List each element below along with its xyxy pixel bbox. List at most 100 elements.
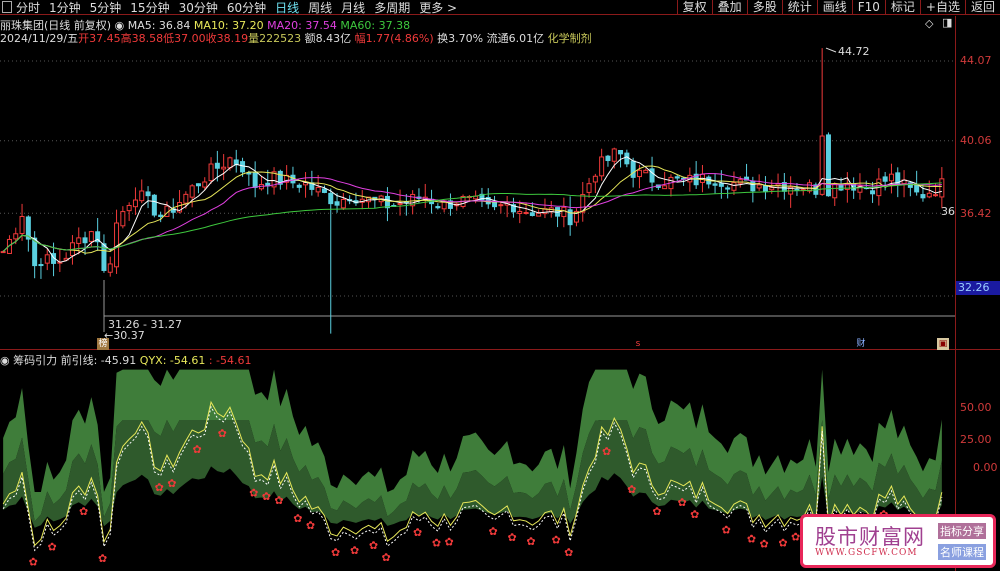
candle-body bbox=[605, 155, 611, 162]
candle-body bbox=[914, 184, 920, 193]
candle-body bbox=[769, 187, 775, 191]
butterfly-icon: ✿ bbox=[526, 535, 535, 548]
butterfly-icon: ✿ bbox=[678, 496, 687, 509]
indicator-header: ◉ 筹码引力 前引线: -45.91 QYX: -54.61 : -54.61 bbox=[0, 352, 252, 368]
watermark-banner[interactable]: 股市财富网 WWW.GSCFW.COM 指标分享 名师课程 bbox=[800, 514, 996, 568]
badge-indicator-share[interactable]: 指标分享 bbox=[938, 523, 986, 539]
candle-body bbox=[183, 193, 189, 204]
event-tag-cai[interactable]: 财 bbox=[855, 338, 867, 350]
candle-body bbox=[233, 159, 239, 165]
butterfly-icon: ✿ bbox=[369, 539, 378, 552]
candle-body bbox=[334, 201, 340, 206]
candle-body bbox=[592, 175, 598, 183]
indicator-tick: 25.00 bbox=[960, 433, 992, 446]
candle-body bbox=[718, 183, 724, 187]
butterfly-icon: ✿ bbox=[29, 556, 38, 569]
candle-body bbox=[624, 152, 630, 165]
candle-body bbox=[762, 185, 768, 193]
price-tick: 44.07 bbox=[960, 54, 992, 67]
candle-body bbox=[870, 190, 876, 195]
candle-body bbox=[517, 210, 523, 214]
max-price-label: 44.72 bbox=[838, 45, 870, 58]
candle-body bbox=[435, 206, 441, 209]
expand-icon[interactable]: ▣ bbox=[937, 338, 949, 350]
butterfly-icon: ✿ bbox=[507, 531, 516, 544]
candle-body bbox=[132, 199, 138, 208]
butterfly-icon: ✿ bbox=[48, 540, 57, 553]
ma20-line bbox=[2, 173, 942, 252]
candle-body bbox=[838, 184, 844, 191]
butterfly-icon: ✿ bbox=[98, 552, 107, 565]
candle-body bbox=[920, 194, 926, 199]
candle-body bbox=[246, 172, 252, 175]
butterfly-icon: ✿ bbox=[331, 546, 340, 559]
candle-body bbox=[756, 184, 762, 189]
butterfly-icon: ✿ bbox=[690, 508, 699, 521]
candle-body bbox=[819, 135, 825, 195]
price-and-indicator-chart: ✿✿✿✿✿✿✿✿✿✿✿✿✿✿✿✿✿✿✿✿✿✿✿✿✿✿✿✿✿✿✿✿✿✿✿✿✿✿✿✿… bbox=[0, 47, 955, 569]
butterfly-icon: ✿ bbox=[722, 524, 731, 537]
indicator-line3: : -54.61 bbox=[208, 354, 252, 367]
candle-body bbox=[832, 183, 838, 199]
candle-body bbox=[933, 194, 939, 197]
candle-body bbox=[523, 211, 529, 214]
candle-body bbox=[536, 212, 542, 217]
candle-body bbox=[139, 190, 145, 202]
candle-body bbox=[158, 214, 164, 218]
candle-body bbox=[397, 202, 403, 205]
candle-body bbox=[926, 192, 932, 198]
indicator-settings-icon[interactable]: ◉ bbox=[0, 354, 10, 367]
badge-courses[interactable]: 名师课程 bbox=[938, 544, 986, 560]
butterfly-icon: ✿ bbox=[489, 525, 498, 538]
watermark-name: 股市财富网 bbox=[815, 525, 925, 549]
butterfly-icon: ✿ bbox=[218, 427, 227, 440]
tool-button[interactable]: 返回 bbox=[964, 0, 1000, 15]
pane-divider bbox=[0, 349, 1000, 350]
candle-body bbox=[88, 231, 94, 242]
butterfly-icon: ✿ bbox=[444, 535, 453, 548]
butterfly-icon: ✿ bbox=[381, 551, 390, 564]
candle-body bbox=[76, 237, 82, 244]
candle-body bbox=[0, 251, 6, 254]
candle-body bbox=[227, 157, 233, 169]
butterfly-icon: ✿ bbox=[79, 505, 88, 518]
candle-body bbox=[888, 173, 894, 182]
candle-body bbox=[107, 263, 113, 273]
indicator-tick: 50.00 bbox=[960, 401, 992, 414]
candle-body bbox=[340, 198, 346, 209]
price-tick: 36.42 bbox=[960, 207, 992, 220]
candle-body bbox=[750, 180, 756, 192]
butterfly-icon: ✿ bbox=[413, 526, 422, 539]
butterfly-icon: ✿ bbox=[432, 536, 441, 549]
last-price-label: 36 bbox=[941, 205, 955, 218]
current-price-label: 32.26 bbox=[956, 281, 1000, 295]
candle-body bbox=[529, 212, 535, 216]
candle-body bbox=[221, 166, 227, 170]
butterfly-icon: ✿ bbox=[350, 544, 359, 557]
ma10-line bbox=[2, 165, 942, 254]
indicator-line1: 前引线: -45.91 bbox=[60, 354, 137, 367]
event-tag-bang[interactable]: 榜 bbox=[97, 338, 109, 350]
candle-body bbox=[82, 237, 88, 244]
max-pointer bbox=[825, 47, 837, 53]
indicator-name[interactable]: 筹码引力 bbox=[13, 354, 57, 367]
candle-body bbox=[214, 162, 220, 169]
butterfly-icon: ✿ bbox=[627, 483, 636, 496]
butterfly-icon: ✿ bbox=[747, 533, 756, 546]
candle-body bbox=[296, 184, 302, 188]
candle-body bbox=[599, 156, 605, 177]
candle-body bbox=[384, 195, 390, 209]
butterfly-icon: ✿ bbox=[791, 530, 800, 543]
candle-body bbox=[120, 211, 126, 227]
candle-body bbox=[618, 150, 624, 155]
butterfly-icon: ✿ bbox=[564, 546, 573, 559]
event-tag-s[interactable]: s bbox=[632, 338, 644, 350]
min-price-label: ←30.37 bbox=[104, 329, 145, 342]
candle-body bbox=[19, 216, 25, 235]
butterfly-icon: ✿ bbox=[262, 490, 271, 503]
candle-body bbox=[939, 178, 945, 198]
candle-body bbox=[252, 171, 258, 188]
candle-body bbox=[825, 134, 831, 197]
candle-body bbox=[649, 168, 655, 183]
butterfly-icon: ✿ bbox=[652, 505, 661, 518]
